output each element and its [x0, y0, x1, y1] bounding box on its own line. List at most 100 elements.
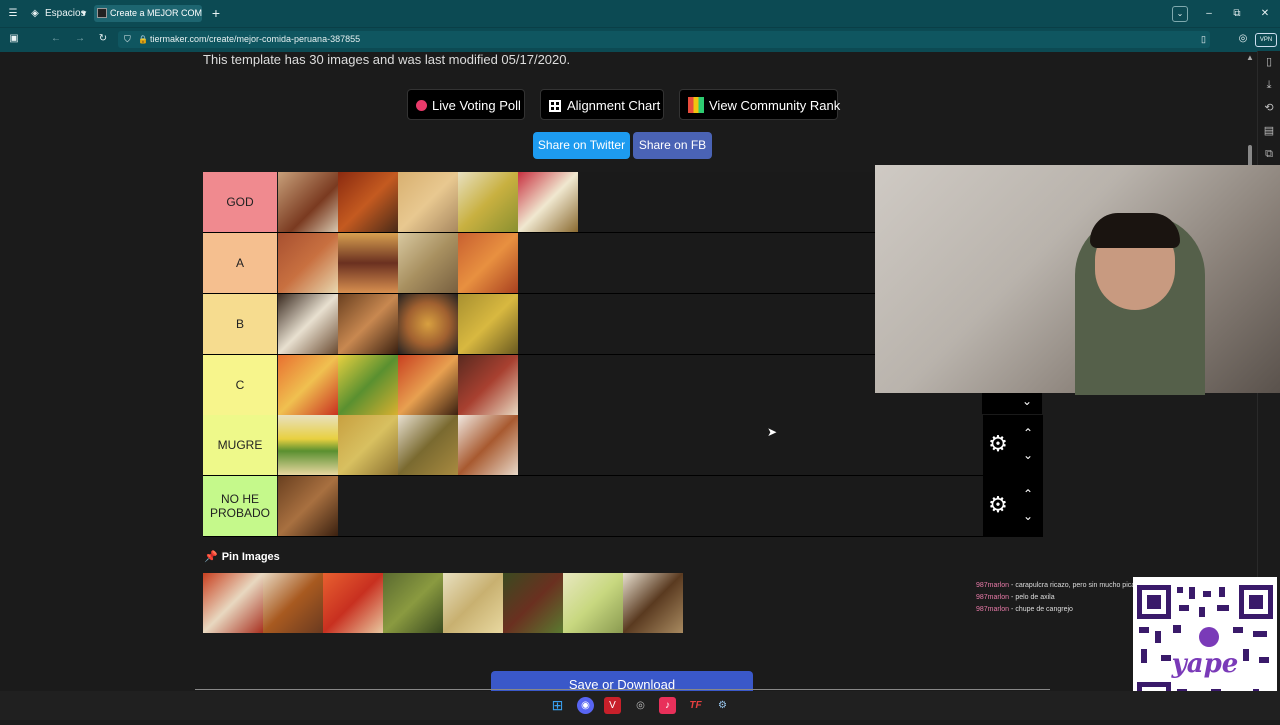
- notes-icon[interactable]: ▤: [1258, 120, 1280, 143]
- grid-icon: [549, 100, 561, 112]
- food-image[interactable]: [518, 172, 578, 232]
- lock-icon: 🔒: [138, 35, 148, 44]
- tier-label[interactable]: MUGRE: [203, 415, 277, 475]
- food-image[interactable]: [398, 355, 458, 415]
- tier-row-mugre: MUGRE ⚙ ⌃ ⌄: [203, 415, 1043, 476]
- food-image[interactable]: [278, 415, 338, 475]
- alignment-chart-button[interactable]: Alignment Chart: [540, 89, 664, 120]
- sidebar-toggle-icon[interactable]: ▣: [6, 29, 22, 48]
- tier-row-no-he-probado: NO HE PROBADO ⚙ ⌃ ⌄: [203, 476, 1043, 537]
- food-image[interactable]: [338, 355, 398, 415]
- layers-icon[interactable]: ◈: [28, 4, 42, 23]
- tier-label[interactable]: B: [203, 294, 277, 354]
- pin-image[interactable]: [203, 573, 263, 633]
- tab-tiermaker[interactable]: Create a MEJOR COMIDA P: [94, 5, 202, 22]
- discord-icon[interactable]: ◉: [577, 697, 594, 714]
- new-tab-icon[interactable]: +: [209, 4, 223, 23]
- windows-start-icon[interactable]: ⊞: [549, 697, 566, 714]
- pin-image[interactable]: [443, 573, 503, 633]
- tabs-dropdown-icon[interactable]: ⌄: [1172, 6, 1188, 22]
- windows-taskbar: ⊞ ◉ V ◎ ♪ TF ⚙: [0, 691, 1280, 720]
- browser-tab-bar: ☰ ◈ Espacios ▼ Create a MEJOR COMIDA P +…: [0, 0, 1280, 27]
- vivaldi-icon[interactable]: V: [604, 697, 621, 714]
- food-image[interactable]: [278, 233, 338, 293]
- download-icon[interactable]: ⤓: [1258, 74, 1280, 97]
- shield-icon[interactable]: ⛉: [124, 31, 131, 48]
- tier-label[interactable]: A: [203, 233, 277, 293]
- menu-icon[interactable]: ☰: [6, 4, 20, 23]
- share-fb-button[interactable]: Share on FB: [633, 132, 712, 159]
- tier-label[interactable]: C: [203, 355, 277, 415]
- history-icon[interactable]: ⟲: [1258, 97, 1280, 120]
- food-image[interactable]: [278, 172, 338, 232]
- food-image[interactable]: [398, 172, 458, 232]
- pin-image[interactable]: [503, 573, 563, 633]
- vpn-badge[interactable]: VPN: [1255, 33, 1277, 47]
- restore-icon[interactable]: ⧉: [1230, 4, 1244, 23]
- chat-text: pelo de axila: [1015, 594, 1055, 601]
- close-icon[interactable]: ✕: [1258, 4, 1272, 23]
- food-image[interactable]: [338, 172, 398, 232]
- pin-image[interactable]: [563, 573, 623, 633]
- share-twitter-button[interactable]: Share on Twitter: [533, 132, 630, 159]
- pin-image[interactable]: [623, 573, 683, 633]
- chevron-down-icon[interactable]: ⌄: [1021, 449, 1035, 461]
- pin-image[interactable]: [323, 573, 383, 633]
- divider: [195, 689, 1050, 690]
- chevron-down-icon[interactable]: ⌄: [1021, 510, 1035, 522]
- pin-images-title: 📌 Pin Images: [204, 550, 280, 563]
- food-image[interactable]: [458, 233, 518, 293]
- translate-icon[interactable]: ⧉: [1258, 143, 1280, 166]
- live-voting-poll-button[interactable]: Live Voting Poll: [407, 89, 525, 120]
- pin-image[interactable]: [383, 573, 443, 633]
- food-image[interactable]: [338, 294, 398, 354]
- tiktok-icon[interactable]: ♪: [659, 697, 676, 714]
- food-image[interactable]: [278, 355, 338, 415]
- chevron-down-icon[interactable]: ▼: [79, 4, 89, 23]
- address-bar: ▣ ← → ↻ ⛉ 🔒 tiermaker.com/create/mejor-c…: [0, 27, 1280, 52]
- chat-message: 987marlon - chupe de cangrejo: [976, 606, 1073, 613]
- food-image[interactable]: [458, 415, 518, 475]
- food-image[interactable]: [458, 172, 518, 232]
- tier-label[interactable]: GOD: [203, 172, 277, 232]
- view-community-rank-button[interactable]: View Community Rank: [679, 89, 841, 120]
- back-icon[interactable]: ←: [48, 29, 64, 48]
- scroll-up-icon[interactable]: ▲: [1246, 53, 1254, 62]
- obs-icon[interactable]: ◎: [632, 697, 649, 714]
- gear-icon[interactable]: ⚙: [987, 494, 1009, 516]
- chevron-up-icon[interactable]: ⌃: [1021, 427, 1035, 439]
- scroll-thumb[interactable]: [1248, 145, 1252, 167]
- gear-icon[interactable]: ⚙: [987, 433, 1009, 455]
- food-image[interactable]: [278, 476, 338, 536]
- url-field[interactable]: ⛉ 🔒 tiermaker.com/create/mejor-comida-pe…: [118, 31, 1210, 48]
- minimize-icon[interactable]: –: [1202, 4, 1216, 23]
- food-image[interactable]: [338, 415, 398, 475]
- food-image[interactable]: [398, 233, 458, 293]
- food-image[interactable]: [338, 233, 398, 293]
- chevron-down-icon[interactable]: ⌄: [1020, 395, 1034, 407]
- food-image[interactable]: [458, 355, 518, 415]
- food-image[interactable]: [398, 294, 458, 354]
- bookmark-panel-icon[interactable]: ▯: [1258, 51, 1280, 74]
- chat-user: 987marlon: [976, 582, 1010, 589]
- chat-message: 987marlon - pelo de axila: [976, 594, 1055, 601]
- pin-image[interactable]: [263, 573, 323, 633]
- pin-images-label: Pin Images: [221, 551, 280, 563]
- food-image[interactable]: [278, 294, 338, 354]
- tf-app-icon[interactable]: TF: [687, 697, 704, 714]
- chat-user: 987marlon: [976, 594, 1010, 601]
- forward-icon[interactable]: →: [72, 29, 88, 48]
- webcam-overlay: [875, 165, 1280, 395]
- reload-icon[interactable]: ↻: [95, 29, 111, 48]
- community-rank-label: View Community Rank: [709, 98, 841, 113]
- stream-chat: 987marlon - carapulcra ricazo, pero sin …: [976, 580, 1135, 616]
- food-image[interactable]: [398, 415, 458, 475]
- steam-icon[interactable]: ⚙: [714, 697, 731, 714]
- food-image[interactable]: [458, 294, 518, 354]
- chevron-up-icon[interactable]: ⌃: [1021, 488, 1035, 500]
- tier-label[interactable]: NO HE PROBADO: [203, 476, 277, 536]
- chat-text: chupe de cangrejo: [1015, 606, 1073, 613]
- bookmark-icon[interactable]: ▯: [1201, 31, 1206, 48]
- favicon-icon: [97, 8, 107, 18]
- capture-icon[interactable]: ◎: [1236, 29, 1250, 48]
